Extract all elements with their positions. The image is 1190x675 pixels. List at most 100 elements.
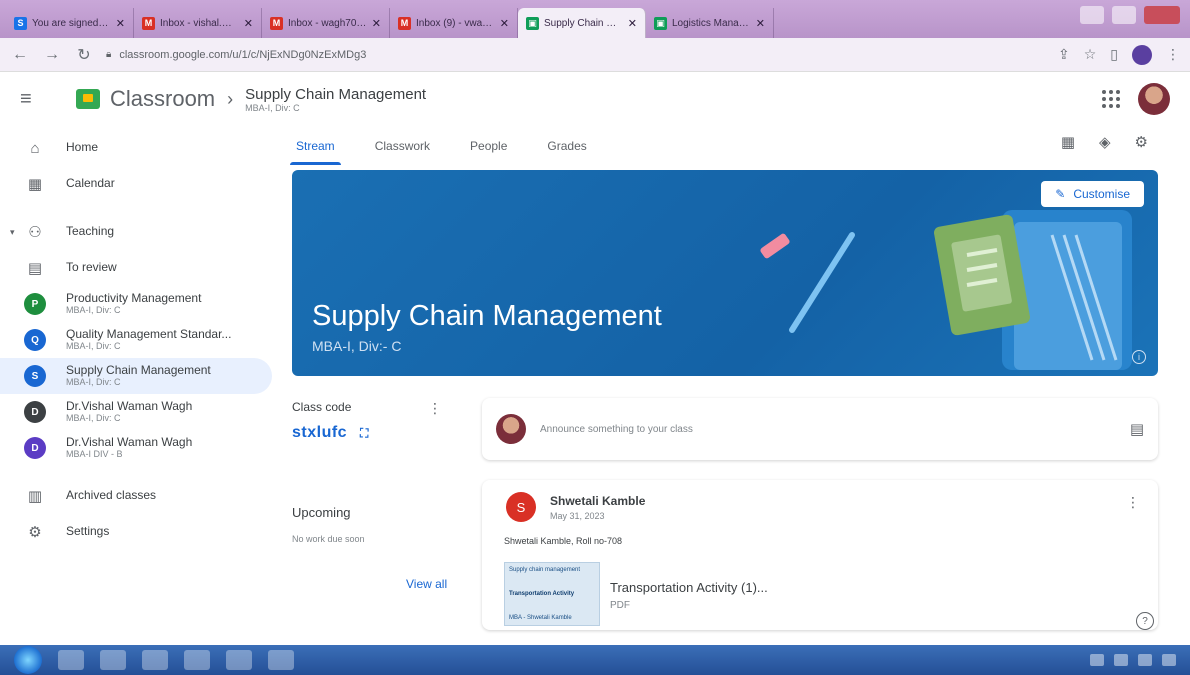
sidebar-item-settings[interactable]: ⚙ Settings	[0, 514, 272, 550]
class-section: MBA-I, Div: C	[66, 376, 121, 387]
back-icon[interactable]: ←	[10, 46, 30, 64]
sidebar-item-class[interactable]: D Dr.Vishal Waman Wagh MBA-I, Div: C	[0, 394, 272, 430]
taskbar-app-icon[interactable]	[142, 650, 168, 670]
sidebar-item-label: Archived classes	[66, 488, 157, 503]
url-field[interactable]: 🔒︎ classroom.google.com/u/1/c/NjExNDg0Nz…	[106, 49, 1046, 61]
taskbar-app-icon[interactable]	[226, 650, 252, 670]
google-apps-icon[interactable]	[1102, 90, 1120, 108]
help-icon[interactable]: ?	[1136, 612, 1154, 630]
repost-icon[interactable]: ▤	[1130, 420, 1144, 438]
tab-stream[interactable]: Stream	[290, 133, 341, 165]
reload-icon[interactable]: ↻	[74, 45, 94, 65]
sidebar-item-label: Settings	[66, 524, 110, 539]
course-tabs: Stream Classwork People Grades ▦ ◈ ⚙	[290, 130, 1158, 165]
tab-title: Inbox (9) - vwagh739...	[416, 17, 495, 29]
sidebar-item-calendar[interactable]: ▦ Calendar	[0, 166, 272, 202]
caret-down-icon[interactable]: ▾	[10, 227, 15, 238]
taskbar-app-icon[interactable]	[268, 650, 294, 670]
tab-people[interactable]: People	[470, 133, 507, 159]
browser-tab[interactable]: M Inbox - wagh7043@gm ✕	[262, 8, 390, 38]
post-body: Shwetali Kamble, Roll no-708	[504, 536, 623, 546]
tab-grades[interactable]: Grades	[547, 133, 586, 159]
side-panel-icon[interactable]: ▯	[1110, 46, 1118, 63]
close-tab-icon[interactable]: ✕	[756, 17, 765, 30]
start-button[interactable]	[14, 646, 42, 674]
drive-folder-icon[interactable]: ◈	[1099, 133, 1111, 151]
sidebar-item-class-active[interactable]: S Supply Chain Management MBA-I, Div: C	[0, 358, 272, 394]
gmail-icon: M	[142, 16, 155, 30]
more-vert-icon[interactable]: ⋮	[428, 400, 442, 417]
app-brand[interactable]: Classroom	[110, 86, 215, 112]
browser-tab-active[interactable]: ▣ Supply Chain Manage ✕	[518, 8, 646, 38]
close-tab-icon[interactable]: ✕	[628, 17, 637, 30]
more-vert-icon[interactable]: ⋮	[1126, 494, 1140, 511]
thumb-text: Transportation Activity	[509, 591, 575, 597]
minimize-button[interactable]	[1080, 6, 1104, 24]
tray-icon[interactable]	[1138, 654, 1152, 666]
account-avatar[interactable]	[1138, 83, 1170, 115]
forward-icon[interactable]: →	[42, 46, 62, 64]
post-date: May 31, 2023	[550, 511, 605, 521]
maximize-button[interactable]	[1112, 6, 1136, 24]
tab-classwork[interactable]: Classwork	[375, 133, 430, 159]
attachment-type: PDF	[610, 600, 630, 611]
author-avatar: S	[506, 492, 536, 522]
class-name: Dr.Vishal Waman Wagh	[66, 399, 193, 414]
thumb-text: Supply chain management	[509, 567, 581, 573]
sidebar-item-archived[interactable]: ▥ Archived classes	[0, 478, 272, 514]
taskbar-app-icon[interactable]	[100, 650, 126, 670]
sidebar-item-teaching[interactable]: ▾ ⚇ Teaching	[0, 214, 272, 250]
tray-icon[interactable]	[1090, 654, 1104, 666]
info-icon[interactable]: i	[1132, 350, 1146, 364]
browser-tab[interactable]: M Inbox (9) - vwagh739... ✕	[390, 8, 518, 38]
banner-illustration	[760, 210, 1132, 370]
window-controls	[1070, 6, 1190, 32]
class-section: MBA-I DIV - B	[66, 448, 123, 459]
class-code-text: stxlufc	[292, 424, 348, 441]
fullscreen-icon[interactable]: ⛶	[360, 426, 369, 440]
browser-tab[interactable]: ▣ Logistics Management ✕	[646, 8, 774, 38]
attachment-thumbnail[interactable]: Supply chain management Transportation A…	[504, 562, 600, 626]
calendar-icon[interactable]: ▦	[1061, 133, 1075, 151]
announce-box[interactable]: Announce something to your class ▤	[482, 398, 1158, 460]
browser-menu-icon[interactable]: ⋮	[1166, 46, 1180, 63]
browser-tab[interactable]: M Inbox - vishal.wagh@... ✕	[134, 8, 262, 38]
sidebar: ⌂ Home ▦ Calendar ▾ ⚇ Teaching ▤ To revi…	[0, 130, 272, 550]
close-tab-icon[interactable]: ✕	[500, 17, 509, 30]
class-section: MBA-I, Div: C	[66, 304, 121, 315]
sidebar-item-to-review[interactable]: ▤ To review	[0, 250, 272, 286]
sidebar-item-class[interactable]: D Dr.Vishal Waman Wagh MBA-I DIV - B	[0, 430, 272, 466]
sidebar-item-home[interactable]: ⌂ Home	[0, 130, 272, 166]
attachment-title[interactable]: Transportation Activity (1)...	[610, 580, 768, 595]
bookmark-star-icon[interactable]: ☆	[1084, 46, 1097, 63]
pencil-icon: ✎	[1055, 187, 1066, 201]
class-code-value: stxlufc ⛶	[292, 424, 452, 442]
class-settings-icon[interactable]: ⚙	[1135, 133, 1148, 151]
share-icon[interactable]: ⇪	[1058, 46, 1070, 63]
customise-button[interactable]: ✎ Customise	[1041, 181, 1144, 207]
tray-icon[interactable]	[1114, 654, 1128, 666]
class-name: Quality Management Standar...	[66, 327, 232, 342]
lock-icon: 🔒︎	[106, 49, 112, 60]
view-all-link[interactable]: View all	[406, 577, 447, 591]
class-avatar: D	[24, 401, 46, 423]
breadcrumb[interactable]: Supply Chain Management MBA-I, Div: C	[245, 86, 426, 113]
user-avatar	[496, 414, 526, 444]
close-tab-icon[interactable]: ✕	[372, 17, 381, 30]
sidebar-item-class[interactable]: P Productivity Management MBA-I, Div: C	[0, 286, 272, 322]
people-icon: ⚇	[28, 224, 42, 241]
browser-tab[interactable]: S You are signed in as a... ✕	[6, 8, 134, 38]
close-tab-icon[interactable]: ✕	[116, 17, 125, 30]
close-window-button[interactable]	[1144, 6, 1180, 24]
chrome-taskbar-icon[interactable]	[184, 650, 210, 670]
profile-avatar[interactable]	[1132, 44, 1152, 65]
main-menu-icon[interactable]: ≡	[20, 88, 56, 111]
taskbar-app-icon[interactable]	[58, 650, 84, 670]
announce-placeholder[interactable]: Announce something to your class	[540, 424, 1116, 435]
thumb-text: MBA - Shwetali Kamble	[509, 615, 572, 621]
close-tab-icon[interactable]: ✕	[244, 17, 253, 30]
tray-icon[interactable]	[1162, 654, 1176, 666]
home-icon: ⌂	[30, 139, 40, 157]
classroom-logo-icon[interactable]	[76, 89, 100, 109]
sidebar-item-class[interactable]: Q Quality Management Standar... MBA-I, Di…	[0, 322, 272, 358]
